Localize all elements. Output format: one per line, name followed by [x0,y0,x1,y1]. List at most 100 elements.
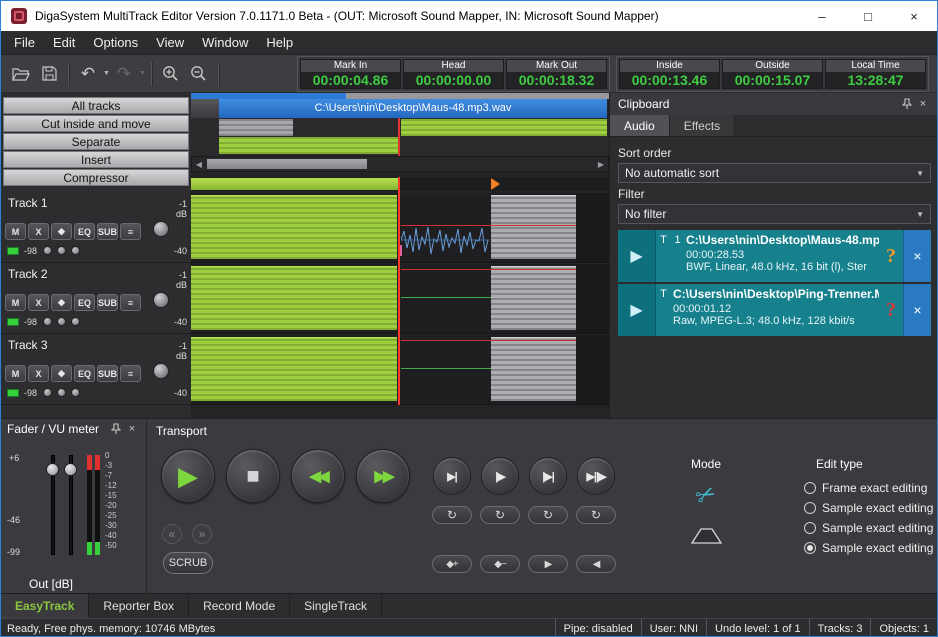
play-button[interactable]: ▶ [161,449,215,503]
fast-forward-button[interactable]: ▶▶ [356,449,410,503]
audio-object-gray[interactable] [491,337,576,401]
menu-options[interactable]: Options [84,31,147,54]
open-folder-icon[interactable] [7,60,35,88]
menu-file[interactable]: File [5,31,44,54]
eq-button[interactable]: EQ [74,223,95,240]
small-knob[interactable] [43,246,52,255]
cut-inside-move-button[interactable]: Cut inside and move [3,115,189,132]
scroll-left-arrow[interactable]: ◀ [192,157,206,171]
menu-edit[interactable]: Edit [44,31,84,54]
all-tracks-button[interactable]: All tracks [3,97,189,114]
horizontal-scrollbar[interactable]: ◀ ▶ [191,156,609,172]
gain-knob[interactable] [153,221,169,237]
mute-button[interactable]: M [5,294,26,311]
step-forward-button[interactable]: ▶ [528,555,568,573]
sub-button[interactable]: SUB [97,223,118,240]
fade-mode-icon[interactable] [691,525,723,550]
compressor-button[interactable]: Compressor [3,169,189,186]
minimize-button[interactable]: – [799,1,845,31]
pin-icon[interactable] [108,423,124,435]
clipboard-entry[interactable]: ▶ T 1 C:\Users\nin\Desktop\Maus-48.mp 00… [618,230,931,282]
edit-type-option-4[interactable]: Sample exact editing us [804,541,938,555]
track-menu-button[interactable]: ≡ [120,294,141,311]
delete-marker-button[interactable]: ◆− [480,555,520,573]
overview-file-title[interactable]: C:\Users\nin\Desktop\Maus-48.mp3.wav [219,99,607,118]
sub-button[interactable]: SUB [97,365,118,382]
track-2-lane[interactable] [191,264,609,334]
mute-button[interactable]: M [5,223,26,240]
undo-icon[interactable]: ↶ [74,60,102,88]
small-knob[interactable] [71,317,80,326]
redo-icon[interactable]: ↷ [110,60,138,88]
pan-button[interactable]: ◆ [51,365,72,382]
play-around-cut-button[interactable]: ▶||▶ [577,457,615,495]
audio-object-green[interactable] [191,195,397,259]
play-selection-button[interactable]: |▶| [529,457,567,495]
track-menu-button[interactable]: ≡ [120,365,141,382]
loop-button[interactable]: ↻ [432,506,472,524]
loop-button[interactable]: ↻ [480,506,520,524]
small-knob[interactable] [57,246,66,255]
play-to-cursor-button[interactable]: ▶| [433,457,471,495]
menu-window[interactable]: Window [193,31,257,54]
insert-button[interactable]: Insert [3,151,189,168]
scrub-button[interactable]: SCRUB [163,552,213,574]
previous-button[interactable]: « [162,524,182,544]
entry-delete-button[interactable]: × [903,284,931,336]
close-panel-icon[interactable]: × [124,423,140,435]
menu-view[interactable]: View [147,31,193,54]
entry-delete-button[interactable]: × [903,230,931,282]
maximize-button[interactable]: □ [845,1,891,31]
clipboard-entry[interactable]: ▶ T C:\Users\nin\Desktop\Ping-Trenner.M … [618,284,931,336]
small-knob[interactable] [43,317,52,326]
small-knob[interactable] [71,388,80,397]
playhead-marker[interactable] [491,178,500,190]
mute-button[interactable]: M [5,365,26,382]
audio-object-gray[interactable] [491,266,576,330]
pan-button[interactable]: ◆ [51,223,72,240]
loop-button[interactable]: ↻ [528,506,568,524]
sort-order-dropdown[interactable]: No automatic sort ▼ [618,163,931,183]
fader-knob-right[interactable] [64,463,77,476]
undo-dropdown-caret[interactable]: ▼ [103,70,110,77]
pan-button[interactable]: ◆ [51,294,72,311]
pin-icon[interactable] [899,98,915,110]
edit-type-option-2[interactable]: Sample exact editing at [804,501,938,515]
filter-dropdown[interactable]: No filter ▼ [618,204,931,224]
play-from-cursor-button[interactable]: |▶ [481,457,519,495]
eq-button[interactable]: EQ [74,294,95,311]
marker-ruler[interactable] [191,177,609,191]
track-menu-button[interactable]: ≡ [120,223,141,240]
scroll-right-arrow[interactable]: ▶ [594,157,608,171]
edit-type-option-1[interactable]: Frame exact editing [804,481,927,495]
overview-waveform[interactable] [191,118,609,156]
save-icon[interactable] [35,60,63,88]
separate-button[interactable]: Separate [3,133,189,150]
next-button[interactable]: » [192,524,212,544]
loop-button[interactable]: ↻ [576,506,616,524]
scrollbar-thumb[interactable] [207,159,367,169]
menu-help[interactable]: Help [257,31,302,54]
zoom-out-icon[interactable] [185,60,213,88]
radio-icon[interactable] [804,522,816,534]
tab-singletrack[interactable]: SingleTrack [290,594,382,618]
rewind-button[interactable]: ◀◀ [291,449,345,503]
entry-play-button[interactable]: ▶ [618,230,656,282]
audio-object-green[interactable] [191,266,397,330]
entry-play-button[interactable]: ▶ [618,284,656,336]
tab-reporter-box[interactable]: Reporter Box [89,594,189,618]
small-knob[interactable] [71,246,80,255]
small-knob[interactable] [43,388,52,397]
gain-knob[interactable] [153,292,169,308]
close-button[interactable]: × [891,1,937,31]
small-knob[interactable] [57,388,66,397]
solo-button[interactable]: X [28,365,49,382]
solo-button[interactable]: X [28,223,49,240]
add-marker-button[interactable]: ◆+ [432,555,472,573]
scissors-mode-icon[interactable]: ✂ [691,478,721,513]
gain-knob[interactable] [153,363,169,379]
audio-object-green[interactable] [191,337,397,401]
step-back-button[interactable]: ◀ [576,555,616,573]
stop-button[interactable]: ■ [226,449,280,503]
audio-object-gray[interactable] [491,195,576,259]
